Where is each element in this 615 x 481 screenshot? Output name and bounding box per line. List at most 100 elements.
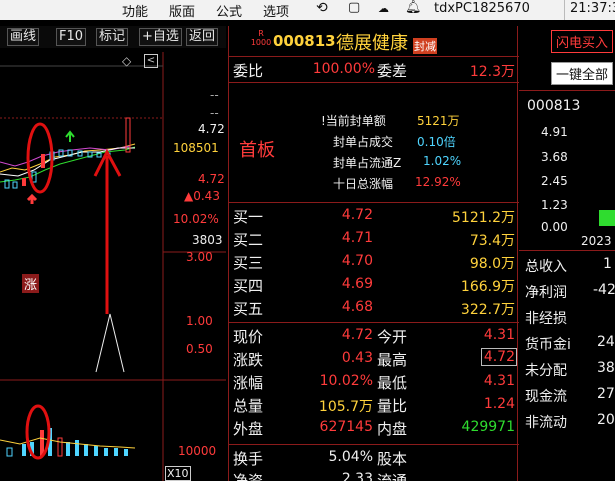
axis-label: 1.00 xyxy=(186,314,213,328)
fin-year: 2023 xyxy=(581,234,612,248)
bid-volume: 166.9万 xyxy=(460,279,515,295)
bid-price: 4.72 xyxy=(341,207,373,223)
bid-volume: 73.4万 xyxy=(469,233,515,249)
bid-label: 买四 xyxy=(233,277,264,295)
chart-area[interactable]: ◇ < -- -- 4.72 108501 4.72 ▲0.43 10.02% … xyxy=(0,52,226,481)
seal-label: 封单占流通Z xyxy=(333,156,402,170)
open-price: 4.31 xyxy=(483,327,515,343)
bid-label: 买五 xyxy=(233,300,264,318)
axis-label: 3.00 xyxy=(186,250,213,264)
volume-ratio: 1.24 xyxy=(483,396,515,412)
fin-label: 非经损 xyxy=(525,311,567,327)
flash-buy-button[interactable]: 闪电买入 xyxy=(551,30,614,53)
stat-label: 外盘 xyxy=(233,420,264,438)
bid-label: 买二 xyxy=(233,231,264,249)
draw-line-button[interactable]: 画线 xyxy=(7,28,40,46)
cloud-icon[interactable]: ☁ xyxy=(378,2,389,15)
volume-label: 108501 xyxy=(173,141,219,155)
mark-button[interactable]: 标记 xyxy=(96,28,129,46)
weibi-label: 委比 xyxy=(233,62,264,80)
turnover-value: 5.04% xyxy=(328,449,373,465)
bid-label: 买三 xyxy=(233,254,264,272)
change-pct-label: 10.02% xyxy=(173,212,219,226)
bid-price: 4.68 xyxy=(341,299,373,315)
seal-label: !当前封单额 xyxy=(321,114,386,128)
limit-up-tag: 涨 xyxy=(22,274,40,293)
back-button[interactable]: 返回 xyxy=(186,28,219,46)
bid-label: 买一 xyxy=(233,208,264,226)
fin-label: 未分配 xyxy=(525,363,567,379)
seal-value: 5121万 xyxy=(417,114,460,128)
bid-price: 4.71 xyxy=(341,230,373,246)
outer-volume: 627145 xyxy=(319,419,373,435)
menu-item-function[interactable]: 功能 xyxy=(122,1,148,20)
fin-label: 现金流 xyxy=(525,389,567,405)
weicha-label: 委差 xyxy=(377,62,408,80)
inner-volume: 429971 xyxy=(461,419,515,435)
first-board-label: 首板 xyxy=(239,140,275,161)
seal-value: 1.02% xyxy=(423,154,462,168)
fin-axis-label: 2.45 xyxy=(541,174,568,188)
stat-label: 股本 xyxy=(377,450,408,468)
add-favorite-button[interactable]: +自选 xyxy=(139,28,182,46)
refresh-icon[interactable]: ⟲ xyxy=(316,0,328,16)
stat-label: 最低 xyxy=(377,374,408,392)
price-label: 4.72 xyxy=(198,122,225,136)
current-price: 4.72 xyxy=(341,327,373,343)
fin-axis-label: 4.91 xyxy=(541,125,568,139)
f10-button[interactable]: F10 xyxy=(56,28,87,46)
stat-label: 涨跌 xyxy=(233,351,264,369)
seal-value: 0.10倍 xyxy=(417,135,456,149)
stat-label: 今开 xyxy=(377,328,408,346)
seal-label: 十日总涨幅 xyxy=(333,177,394,191)
fin-value: 1 xyxy=(603,256,612,272)
one-key-button[interactable]: 一键全部 xyxy=(551,62,614,85)
bid-price: 4.69 xyxy=(341,276,373,292)
right-panel: 闪电买入 一键全部 000813 4.91 3.68 2.45 1.23 0.0… xyxy=(519,20,615,481)
divider xyxy=(519,90,615,91)
net-asset-value: 2.33 xyxy=(341,471,373,481)
seal-label: 封单占成交 xyxy=(333,135,394,149)
stat-label: 现价 xyxy=(233,328,264,346)
bid-volume: 322.7万 xyxy=(460,302,515,318)
quote-panel: R 1000 000813 德展健康 封减 委比 100.00% 委差 12.3… xyxy=(228,26,519,481)
collapse-icon[interactable]: < xyxy=(144,54,158,68)
stat-label: 净资 xyxy=(233,472,264,481)
chat-icon[interactable]: ▢ xyxy=(348,0,360,15)
total-volume: 105.7万 xyxy=(318,399,373,415)
rong-badge-top: R xyxy=(258,29,264,38)
fin-label: 非流动 xyxy=(525,415,567,431)
seal-value: 12.92% xyxy=(415,175,461,189)
menu-item-options[interactable]: 选项 xyxy=(263,1,289,20)
price-label: -- xyxy=(210,106,219,120)
menu-divider xyxy=(564,0,565,20)
stat-label: 换手 xyxy=(233,450,264,468)
clock-time: 21:37:3 xyxy=(570,1,615,16)
fin-value: 27 xyxy=(597,386,615,402)
seal-badge: 封减 xyxy=(413,38,437,54)
diamond-icon[interactable]: ◇ xyxy=(122,54,131,68)
stat-label: 内盘 xyxy=(377,420,408,438)
fin-value: 20 xyxy=(597,412,615,428)
menu-item-formula[interactable]: 公式 xyxy=(216,1,242,20)
rong-badge: R 1000 xyxy=(249,29,273,47)
change-label: ▲0.43 xyxy=(184,189,220,203)
fin-label: 总收入 xyxy=(525,259,567,275)
fin-value: 38 xyxy=(597,360,615,376)
stat-label: 涨幅 xyxy=(233,374,264,392)
fin-value: 24 xyxy=(597,334,615,350)
menu-item-layout[interactable]: 版面 xyxy=(169,1,195,20)
chart-svg xyxy=(0,52,226,481)
bid-volume: 5121.2万 xyxy=(452,210,515,226)
bell-icon[interactable]: 🔔︎ xyxy=(405,0,422,15)
zoom-badge[interactable]: X10 xyxy=(165,466,191,481)
stat-label: 最高 xyxy=(377,351,408,369)
fin-label: 净利润 xyxy=(525,285,567,301)
fin-axis-label: 1.23 xyxy=(541,198,568,212)
bid-volume: 98.0万 xyxy=(469,256,515,272)
bid-price: 4.70 xyxy=(341,253,373,269)
rong-badge-bottom: 1000 xyxy=(250,38,272,47)
fin-axis-label: 0.00 xyxy=(541,220,568,234)
stat-label: 总量 xyxy=(233,397,264,415)
low-price: 4.31 xyxy=(483,373,515,389)
